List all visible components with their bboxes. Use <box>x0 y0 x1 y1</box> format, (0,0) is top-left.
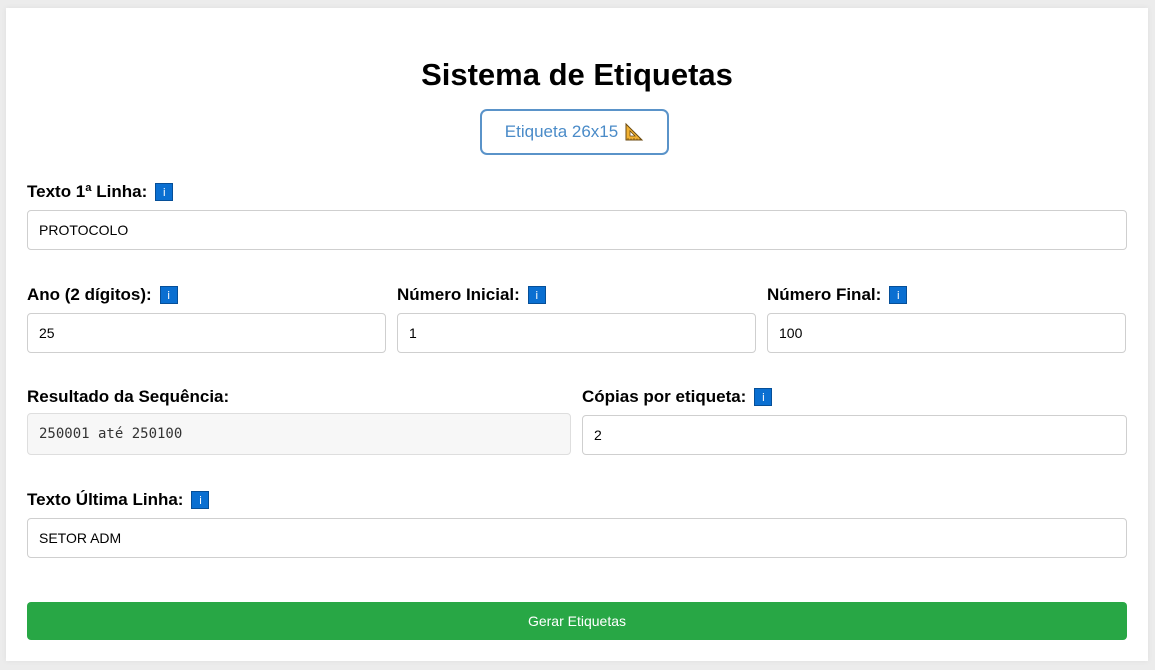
start-number-label: Número Inicial: i <box>397 285 546 305</box>
end-number-info-icon[interactable]: i <box>889 286 908 304</box>
last-line-info-icon[interactable]: i <box>191 491 210 509</box>
generate-labels-button[interactable]: Gerar Etiquetas <box>27 602 1127 640</box>
start-number-label-text: Número Inicial: <box>397 285 520 304</box>
first-line-info-icon[interactable]: i <box>155 183 174 201</box>
year-label: Ano (2 dígitos): i <box>27 285 178 305</box>
year-label-text: Ano (2 dígitos): <box>27 285 152 304</box>
last-line-label-text: Texto Última Linha: <box>27 490 184 509</box>
first-line-input[interactable] <box>27 210 1127 250</box>
year-input[interactable] <box>27 313 386 353</box>
last-line-label: Texto Última Linha: i <box>27 490 210 510</box>
label-type-button-text: Etiqueta 26x15 <box>504 122 619 141</box>
end-number-input[interactable] <box>767 313 1126 353</box>
year-info-icon[interactable]: i <box>159 286 178 304</box>
page-title: Sistema de Etiquetas <box>421 57 733 92</box>
first-line-label-text: Texto 1ª Linha: <box>27 182 148 201</box>
start-number-input[interactable] <box>397 313 756 353</box>
last-line-input[interactable] <box>27 518 1127 558</box>
label-type-button[interactable]: Etiqueta 26x15 <box>480 109 669 155</box>
copies-info-icon[interactable]: i <box>754 388 773 406</box>
triangular-ruler-icon <box>624 122 644 142</box>
copies-label-text: Cópias por etiqueta: <box>582 387 747 406</box>
main-card: Sistema de Etiquetas Etiqueta 26x15 Text… <box>6 8 1148 661</box>
end-number-label: Número Final: i <box>767 285 908 305</box>
first-line-label: Texto 1ª Linha: i <box>27 182 174 202</box>
copies-input[interactable] <box>582 415 1127 455</box>
sequence-result-label-text: Resultado da Sequência: <box>27 387 230 406</box>
copies-label: Cópias por etiqueta: i <box>582 387 773 407</box>
end-number-label-text: Número Final: <box>767 285 882 304</box>
sequence-result-label: Resultado da Sequência: <box>27 387 229 407</box>
start-number-info-icon[interactable]: i <box>527 286 546 304</box>
sequence-result-display: 250001 até 250100 <box>27 413 571 455</box>
